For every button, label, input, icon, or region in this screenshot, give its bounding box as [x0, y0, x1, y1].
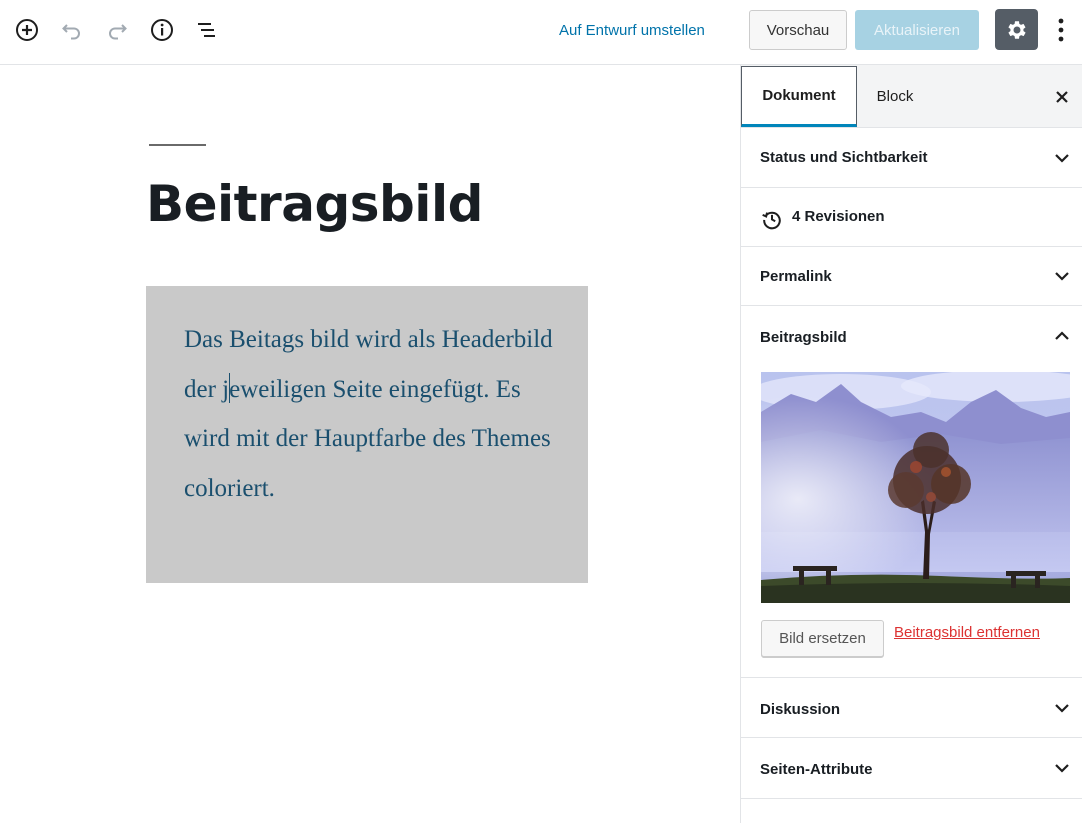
chevron-down-icon — [1055, 764, 1069, 773]
close-icon — [1056, 91, 1068, 103]
panel-discussion-label: Diskussion — [760, 701, 841, 718]
chevron-up-icon[interactable] — [1053, 327, 1071, 345]
settings-sidebar: Dokument Block Status und Sichtbarkeit 4… — [740, 65, 1082, 823]
chevron-down-icon — [1055, 704, 1069, 713]
paragraph-block[interactable]: Das Beitags bild wird als Headerbild der… — [146, 286, 588, 583]
editor-header: Auf Entwurf umstellen Vorschau Aktualisi… — [0, 0, 1082, 65]
panel-discussion[interactable]: Diskussion — [741, 678, 1082, 738]
panel-page-attributes[interactable]: Seiten-Attribute — [741, 738, 1082, 799]
paragraph-text[interactable]: Das Beitags bild wird als Headerbild der… — [184, 315, 558, 513]
remove-featured-image-link[interactable]: Beitragsbild entfernen — [894, 624, 1040, 641]
list-outline-icon[interactable] — [193, 14, 221, 46]
chevron-down-icon — [1055, 272, 1069, 281]
switch-to-draft-link[interactable]: Auf Entwurf umstellen — [559, 21, 705, 41]
sidebar-tabs: Dokument Block — [741, 65, 1082, 128]
paragraph-text-after-caret: eweiligen Seite eingefügt. Es wird mit d… — [184, 375, 551, 502]
editor-canvas: Beitragsbild Das Beitags bild wird als H… — [0, 65, 740, 823]
panel-permalink[interactable]: Permalink — [741, 247, 1082, 306]
chevron-down-icon — [1055, 154, 1069, 163]
tab-block[interactable]: Block — [857, 66, 933, 127]
vertical-ellipsis-icon — [1058, 18, 1064, 42]
gear-icon — [1007, 20, 1026, 39]
redo-icon[interactable] — [103, 14, 131, 46]
update-button[interactable]: Aktualisieren — [855, 10, 979, 50]
panel-status-label: Status und Sichtbarkeit — [760, 149, 928, 166]
close-sidebar-button[interactable] — [1051, 86, 1073, 108]
preview-button[interactable]: Vorschau — [749, 10, 847, 50]
panel-status-visibility[interactable]: Status und Sichtbarkeit — [741, 128, 1082, 188]
replace-image-button[interactable]: Bild ersetzen — [761, 620, 884, 657]
featured-image-preview[interactable] — [761, 372, 1070, 603]
panel-featured-image-label[interactable]: Beitragsbild — [760, 329, 847, 346]
title-divider — [149, 144, 206, 146]
settings-button[interactable] — [995, 9, 1038, 50]
plus-circle-icon[interactable] — [13, 14, 41, 46]
post-title[interactable]: Beitragsbild — [146, 169, 483, 239]
tab-document[interactable]: Dokument — [741, 66, 857, 127]
undo-icon[interactable] — [58, 14, 86, 46]
panel-permalink-label: Permalink — [760, 268, 832, 285]
panel-revisions[interactable]: 4 Revisionen — [741, 188, 1082, 247]
panel-page-attributes-label: Seiten-Attribute — [760, 761, 873, 778]
history-icon — [762, 211, 781, 230]
more-menu-button[interactable] — [1049, 14, 1073, 46]
info-icon[interactable] — [148, 14, 176, 46]
revisions-label: 4 Revisionen — [792, 208, 885, 225]
